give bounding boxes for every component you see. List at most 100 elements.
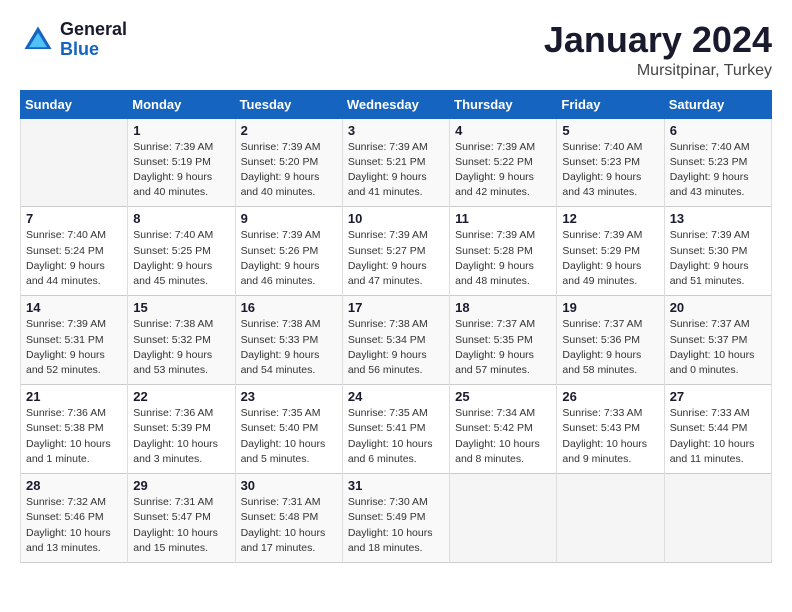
day-info: Sunrise: 7:39 AMSunset: 5:20 PMDaylight:… [241,140,337,201]
calendar-cell: 1Sunrise: 7:39 AMSunset: 5:19 PMDaylight… [128,118,235,207]
day-info: Sunrise: 7:39 AMSunset: 5:30 PMDaylight:… [670,228,766,289]
col-header-thursday: Thursday [450,90,557,118]
day-number: 3 [348,123,444,138]
day-info: Sunrise: 7:39 AMSunset: 5:27 PMDaylight:… [348,228,444,289]
calendar-cell [664,474,771,563]
month-title: January 2024 [544,20,772,60]
day-number: 25 [455,389,551,404]
calendar-cell: 17Sunrise: 7:38 AMSunset: 5:34 PMDayligh… [342,296,449,385]
calendar-cell: 27Sunrise: 7:33 AMSunset: 5:44 PMDayligh… [664,385,771,474]
day-number: 8 [133,211,229,226]
day-info: Sunrise: 7:30 AMSunset: 5:49 PMDaylight:… [348,495,444,556]
day-info: Sunrise: 7:38 AMSunset: 5:32 PMDaylight:… [133,317,229,378]
calendar-cell: 6 Sunrise: 7:40 AMSunset: 5:23 PMDaylight… [664,118,771,207]
week-row-4: 21 Sunrise: 7:36 AMSunset: 5:38 PMDayligh… [21,385,772,474]
calendar-cell: 10 Sunrise: 7:39 AMSunset: 5:27 PMDayligh… [342,207,449,296]
week-row-3: 14 Sunrise: 7:39 AMSunset: 5:31 PMDayligh… [21,296,772,385]
day-info: Sunrise: 7:39 AMSunset: 5:31 PMDaylight:… [26,317,122,378]
calendar-cell: 8 Sunrise: 7:40 AMSunset: 5:25 PMDaylight… [128,207,235,296]
day-number: 20 [670,300,766,315]
calendar-cell: 7 Sunrise: 7:40 AMSunset: 5:24 PMDaylight… [21,207,128,296]
day-number: 4 [455,123,551,138]
day-number: 28 [26,478,122,493]
title-block: January 2024 Mursitpinar, Turkey [544,20,772,80]
calendar-cell: 26 Sunrise: 7:33 AMSunset: 5:43 PMDayligh… [557,385,664,474]
day-number: 7 [26,211,122,226]
logo-general: General [60,20,127,40]
day-number: 19 [562,300,658,315]
day-number: 26 [562,389,658,404]
calendar-cell: 31 Sunrise: 7:30 AMSunset: 5:49 PMDayligh… [342,474,449,563]
day-info: Sunrise: 7:39 AMSunset: 5:28 PMDaylight:… [455,228,551,289]
day-info: Sunrise: 7:38 AMSunset: 5:33 PMDaylight:… [241,317,337,378]
day-number: 5 [562,123,658,138]
day-number: 31 [348,478,444,493]
day-info: Sunrise: 7:31 AMSunset: 5:48 PMDaylight:… [241,495,337,556]
calendar-cell: 24Sunrise: 7:35 AMSunset: 5:41 PMDayligh… [342,385,449,474]
day-number: 15 [133,300,229,315]
calendar-cell: 25 Sunrise: 7:34 AMSunset: 5:42 PMDayligh… [450,385,557,474]
logo-blue: Blue [60,40,127,60]
day-number: 23 [241,389,337,404]
day-info: Sunrise: 7:39 AMSunset: 5:29 PMDaylight:… [562,228,658,289]
calendar-cell: 23 Sunrise: 7:35 AMSunset: 5:40 PMDayligh… [235,385,342,474]
day-info: Sunrise: 7:37 AMSunset: 5:35 PMDaylight:… [455,317,551,378]
day-number: 16 [241,300,337,315]
calendar-cell: 9 Sunrise: 7:39 AMSunset: 5:26 PMDaylight… [235,207,342,296]
calendar-cell: 21 Sunrise: 7:36 AMSunset: 5:38 PMDayligh… [21,385,128,474]
calendar-header-row: SundayMondayTuesdayWednesdayThursdayFrid… [21,90,772,118]
day-info: Sunrise: 7:40 AMSunset: 5:23 PMDaylight:… [562,140,658,201]
day-number: 21 [26,389,122,404]
day-info: Sunrise: 7:40 AMSunset: 5:24 PMDaylight:… [26,228,122,289]
day-number: 13 [670,211,766,226]
day-number: 9 [241,211,337,226]
day-info: Sunrise: 7:35 AMSunset: 5:40 PMDaylight:… [241,406,337,467]
page-header: General Blue January 2024 Mursitpinar, T… [20,20,772,80]
day-info: Sunrise: 7:33 AMSunset: 5:43 PMDaylight:… [562,406,658,467]
logo-text: General Blue [60,20,127,60]
calendar-cell: 2Sunrise: 7:39 AMSunset: 5:20 PMDaylight… [235,118,342,207]
day-info: Sunrise: 7:37 AMSunset: 5:37 PMDaylight:… [670,317,766,378]
day-info: Sunrise: 7:32 AMSunset: 5:46 PMDaylight:… [26,495,122,556]
calendar-cell: 15 Sunrise: 7:38 AMSunset: 5:32 PMDayligh… [128,296,235,385]
day-info: Sunrise: 7:36 AMSunset: 5:38 PMDaylight:… [26,406,122,467]
day-info: Sunrise: 7:35 AMSunset: 5:41 PMDaylight:… [348,406,444,467]
day-info: Sunrise: 7:38 AMSunset: 5:34 PMDaylight:… [348,317,444,378]
col-header-saturday: Saturday [664,90,771,118]
day-info: Sunrise: 7:31 AMSunset: 5:47 PMDaylight:… [133,495,229,556]
col-header-friday: Friday [557,90,664,118]
day-number: 10 [348,211,444,226]
calendar-cell [21,118,128,207]
calendar-table: SundayMondayTuesdayWednesdayThursdayFrid… [20,90,772,563]
day-number: 22 [133,389,229,404]
calendar-cell: 20 Sunrise: 7:37 AMSunset: 5:37 PMDayligh… [664,296,771,385]
calendar-cell: 22 Sunrise: 7:36 AMSunset: 5:39 PMDayligh… [128,385,235,474]
logo: General Blue [20,20,127,60]
day-number: 27 [670,389,766,404]
day-number: 18 [455,300,551,315]
day-info: Sunrise: 7:40 AMSunset: 5:25 PMDaylight:… [133,228,229,289]
calendar-cell: 5 Sunrise: 7:40 AMSunset: 5:23 PMDaylight… [557,118,664,207]
day-number: 14 [26,300,122,315]
calendar-cell [557,474,664,563]
day-info: Sunrise: 7:39 AMSunset: 5:21 PMDaylight:… [348,140,444,201]
day-info: Sunrise: 7:36 AMSunset: 5:39 PMDaylight:… [133,406,229,467]
logo-icon [20,22,56,58]
week-row-2: 7 Sunrise: 7:40 AMSunset: 5:24 PMDaylight… [21,207,772,296]
col-header-monday: Monday [128,90,235,118]
day-info: Sunrise: 7:34 AMSunset: 5:42 PMDaylight:… [455,406,551,467]
calendar-cell: 4Sunrise: 7:39 AMSunset: 5:22 PMDaylight… [450,118,557,207]
calendar-cell: 29 Sunrise: 7:31 AMSunset: 5:47 PMDayligh… [128,474,235,563]
calendar-cell: 16 Sunrise: 7:38 AMSunset: 5:33 PMDayligh… [235,296,342,385]
col-header-wednesday: Wednesday [342,90,449,118]
calendar-cell: 14 Sunrise: 7:39 AMSunset: 5:31 PMDayligh… [21,296,128,385]
week-row-1: 1Sunrise: 7:39 AMSunset: 5:19 PMDaylight… [21,118,772,207]
day-info: Sunrise: 7:40 AMSunset: 5:23 PMDaylight:… [670,140,766,201]
day-number: 29 [133,478,229,493]
day-number: 1 [133,123,229,138]
day-number: 6 [670,123,766,138]
calendar-cell [450,474,557,563]
calendar-cell: 3 Sunrise: 7:39 AMSunset: 5:21 PMDaylight… [342,118,449,207]
calendar-cell: 11Sunrise: 7:39 AMSunset: 5:28 PMDayligh… [450,207,557,296]
day-info: Sunrise: 7:39 AMSunset: 5:26 PMDaylight:… [241,228,337,289]
